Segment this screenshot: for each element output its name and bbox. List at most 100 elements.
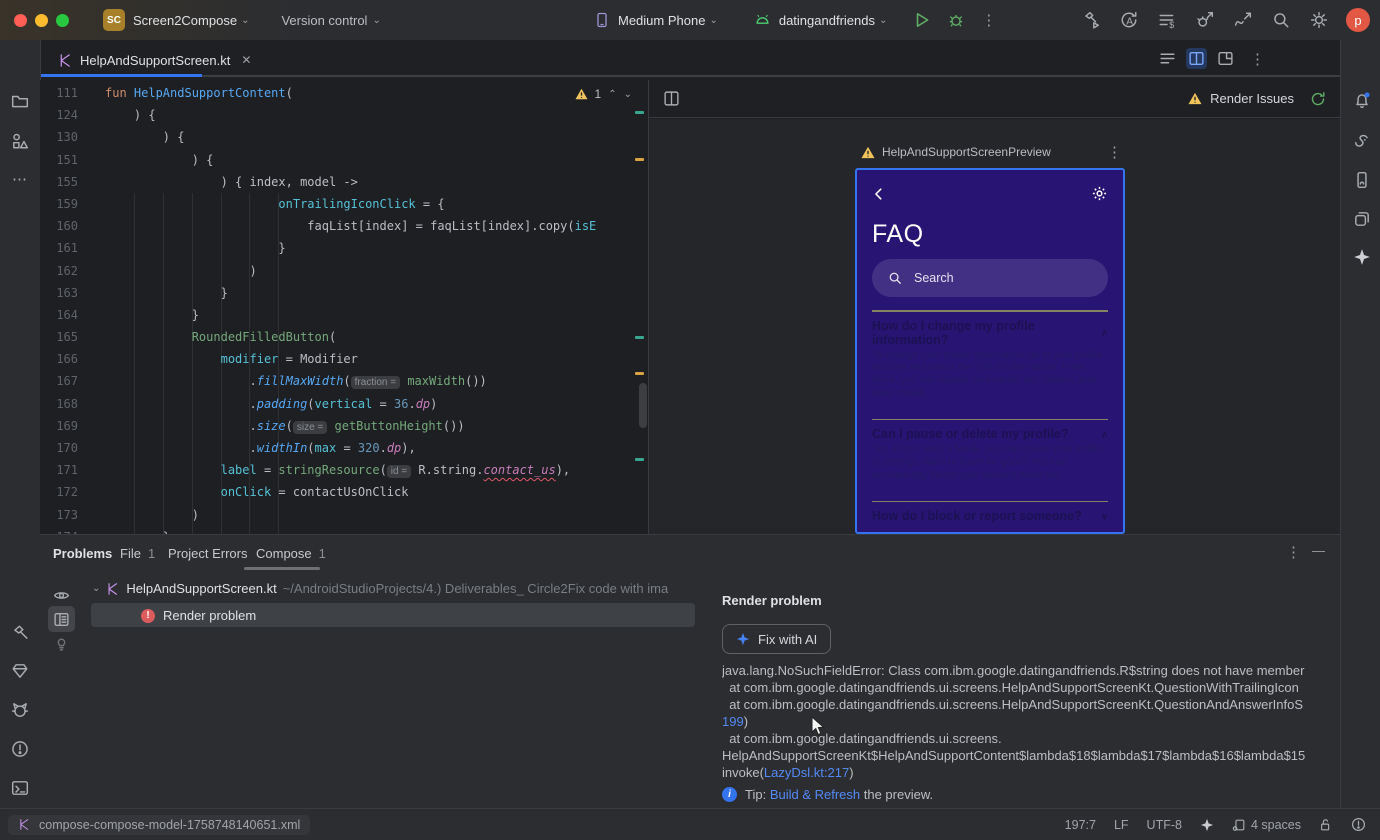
svg-text:$: $ bbox=[1169, 20, 1174, 29]
bottom-tab-file[interactable]: File 1 bbox=[120, 546, 155, 561]
chevron-down-icon: ∨ bbox=[1101, 510, 1108, 521]
status-file-widget[interactable]: compose-compose-model-1758748140651.xml bbox=[8, 814, 311, 835]
project-badge[interactable]: SC bbox=[103, 9, 125, 31]
code-line: 162 ) bbox=[56, 263, 257, 278]
lightbulb-icon[interactable] bbox=[53, 635, 70, 652]
view-options-eye-icon[interactable] bbox=[53, 587, 70, 604]
show-details-pane-icon[interactable] bbox=[53, 611, 70, 628]
more-tool-windows-icon[interactable]: ⋯ bbox=[12, 170, 27, 188]
faq-question: Can I pause or delete my profile? ∧ bbox=[872, 427, 1108, 442]
gradle-icon[interactable] bbox=[1353, 132, 1371, 150]
preview-options-kebab[interactable]: ⋮ bbox=[1107, 143, 1122, 161]
design-view-icon[interactable] bbox=[1217, 50, 1234, 67]
stack-trace-line: 199) bbox=[722, 714, 749, 729]
split-view-icon[interactable] bbox=[1186, 48, 1207, 69]
fix-with-ai-button[interactable]: Fix with AI bbox=[722, 624, 832, 654]
app-quality-insights-icon[interactable] bbox=[11, 662, 29, 680]
code-line: 171 label = stringResource(id = R.string… bbox=[56, 463, 571, 479]
preview-canvas[interactable]: HelpAndSupportScreenPreview ⋮ FAQ Search… bbox=[649, 119, 1340, 534]
warning-stripe-mark[interactable] bbox=[635, 158, 644, 161]
chevron-down-icon[interactable]: ⌄ bbox=[92, 583, 100, 594]
prev-warning-icon[interactable]: ⌃ bbox=[608, 89, 616, 100]
stack-trace-line: at com.ibm.google.datingandfriends.ui.sc… bbox=[722, 697, 1304, 712]
user-avatar[interactable]: p bbox=[1346, 8, 1370, 32]
running-devices-icon[interactable] bbox=[1353, 171, 1371, 189]
preview-name: HelpAndSupportScreenPreview bbox=[882, 145, 1051, 159]
ai-actions-icon[interactable]: A bbox=[1120, 11, 1138, 29]
vcs-change-mark[interactable] bbox=[635, 336, 644, 339]
warning-stripe-mark[interactable] bbox=[635, 372, 644, 375]
version-control-menu[interactable]: Version control bbox=[281, 13, 367, 28]
bottom-tab-compose[interactable]: Compose 1 bbox=[256, 546, 326, 561]
code-line: 167 .fillMaxWidth(fraction = maxWidth()) bbox=[56, 374, 487, 390]
bottom-tab-project-errors[interactable]: Project Errors bbox=[168, 546, 247, 561]
run-configuration-selector[interactable]: datingandfriends bbox=[779, 13, 875, 28]
status-file-name: compose-compose-model-1758748140651.xml bbox=[39, 817, 301, 832]
faq-search-bar: Search bbox=[872, 259, 1108, 297]
code-view-icon[interactable] bbox=[1159, 50, 1176, 67]
notifications-bell-icon[interactable] bbox=[1353, 91, 1371, 109]
build-tool-icon[interactable] bbox=[11, 624, 29, 642]
line-ending-widget[interactable]: LF bbox=[1114, 818, 1129, 832]
compose-preview-frame[interactable]: FAQ Search How do I change my profile in… bbox=[855, 168, 1125, 534]
build-run-icon[interactable] bbox=[1082, 11, 1100, 29]
stack-trace-line: at com.ibm.google.datingandfriends.ui.sc… bbox=[722, 680, 1299, 695]
indent-icon bbox=[1232, 819, 1245, 831]
problems-tool-icon[interactable] bbox=[11, 740, 29, 758]
search-everywhere-icon[interactable] bbox=[1272, 11, 1290, 29]
chevron-down-icon: ⌄ bbox=[372, 14, 381, 26]
zoom-window-button[interactable] bbox=[56, 13, 69, 27]
build-refresh-link[interactable]: Build & Refresh bbox=[770, 787, 860, 802]
back-chevron-icon bbox=[875, 187, 882, 200]
search-icon bbox=[889, 272, 901, 284]
unlocked-padlock-icon[interactable] bbox=[1319, 818, 1333, 832]
editor-scrollbar-thumb[interactable] bbox=[639, 383, 647, 428]
render-problem-row[interactable]: ! Render problem bbox=[91, 603, 695, 627]
close-tab-icon[interactable]: ✕ bbox=[241, 53, 251, 67]
debug-button[interactable] bbox=[947, 11, 965, 29]
editor-options-kebab[interactable]: ⋮ bbox=[1250, 50, 1265, 68]
next-warning-icon[interactable]: ⌄ bbox=[624, 89, 632, 100]
problem-detail-pane: Render problem Fix with AI java.lang.NoS… bbox=[722, 535, 1338, 808]
device-manager-icon[interactable] bbox=[1353, 210, 1371, 228]
gemini-sparkle-icon[interactable] bbox=[1353, 248, 1371, 266]
chevron-up-icon: ∧ bbox=[1101, 327, 1108, 337]
refresh-preview-icon[interactable] bbox=[1310, 91, 1326, 107]
profiler-icon[interactable] bbox=[1234, 11, 1252, 29]
warning-icon bbox=[1188, 92, 1202, 105]
logcat-icon[interactable] bbox=[11, 701, 29, 719]
render-issues-button[interactable]: Render Issues bbox=[1210, 91, 1294, 106]
code-line: 166 modifier = Modifier bbox=[56, 352, 358, 367]
minimize-window-button[interactable] bbox=[35, 13, 48, 27]
todo-list-icon[interactable]: $ bbox=[1158, 11, 1176, 29]
vcs-change-mark[interactable] bbox=[635, 111, 644, 114]
terminal-icon[interactable] bbox=[11, 779, 29, 797]
inspection-widget[interactable]: 1 ⌃ ⌄ bbox=[570, 85, 636, 103]
code-line: 164 } bbox=[56, 307, 199, 322]
error-analysis-icon[interactable] bbox=[1351, 817, 1366, 832]
bottom-tab-problems[interactable]: Problems bbox=[53, 546, 112, 561]
code-line: 168 .padding(vertical = 36.dp) bbox=[56, 396, 438, 411]
stack-trace-link[interactable]: 199 bbox=[722, 714, 744, 729]
preview-layout-mode-icon[interactable] bbox=[663, 90, 680, 107]
close-window-button[interactable] bbox=[14, 13, 27, 27]
problems-tree-file-row[interactable]: ⌄ HelpAndSupportScreen.kt ~/AndroidStudi… bbox=[92, 581, 747, 596]
editor-tab-helpandsupport[interactable]: HelpAndSupportScreen.kt ✕ bbox=[48, 46, 261, 74]
resource-manager-icon[interactable] bbox=[11, 132, 29, 150]
indent-widget[interactable]: 4 spaces bbox=[1232, 818, 1301, 832]
project-name-menu[interactable]: Screen2Compose bbox=[133, 13, 237, 28]
encoding-widget[interactable]: UTF-8 bbox=[1147, 818, 1182, 832]
run-button[interactable] bbox=[913, 11, 931, 29]
debug-attach-icon[interactable] bbox=[1196, 11, 1214, 29]
ai-status-sparkle-icon[interactable] bbox=[1200, 818, 1214, 832]
code-editor[interactable]: 111 fun HelpAndSupportContent(124 ) {130 … bbox=[40, 80, 648, 534]
more-actions-kebab[interactable]: ⋮ bbox=[981, 11, 996, 29]
settings-icon[interactable] bbox=[1310, 11, 1328, 29]
right-tool-stripe bbox=[1340, 40, 1380, 808]
device-selector[interactable]: Medium Phone bbox=[618, 13, 705, 28]
project-folder-icon[interactable] bbox=[11, 92, 29, 110]
vcs-change-mark[interactable] bbox=[635, 458, 644, 461]
stack-trace-link[interactable]: LazyDsl.kt:217 bbox=[764, 765, 849, 780]
info-icon: i bbox=[722, 787, 737, 802]
caret-position-widget[interactable]: 197:7 bbox=[1065, 818, 1096, 832]
